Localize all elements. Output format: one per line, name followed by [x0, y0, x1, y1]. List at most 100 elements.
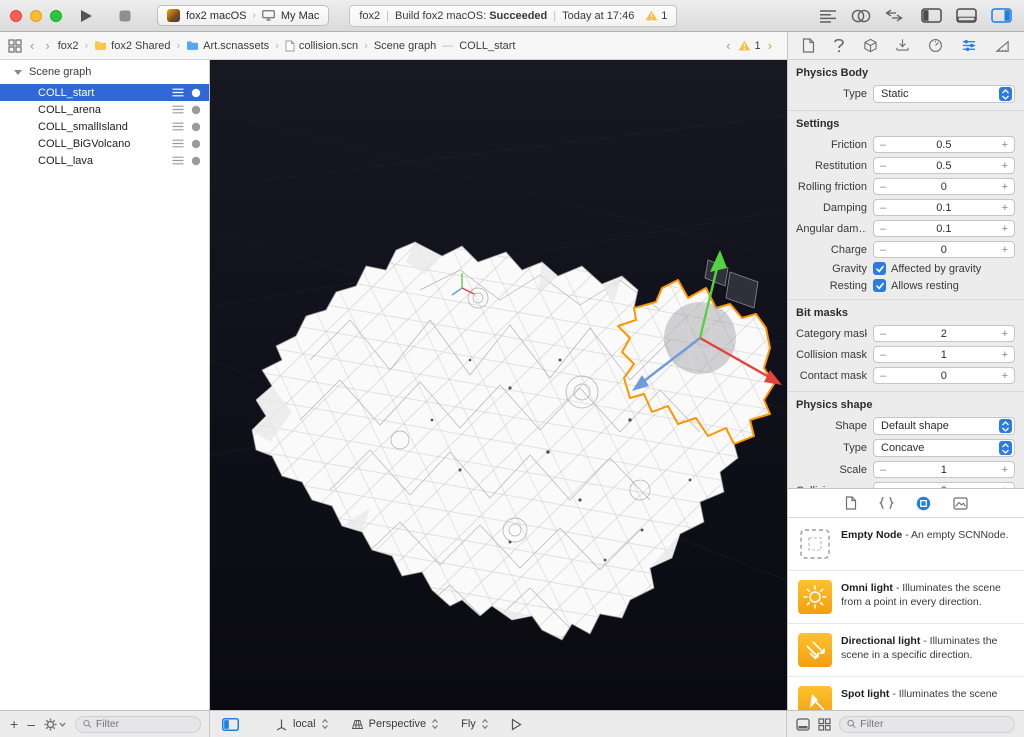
object-library-icon[interactable]	[916, 496, 931, 511]
stepper-increment[interactable]: +	[1002, 181, 1008, 193]
orientation-control[interactable]: local	[275, 718, 329, 731]
stepper-value[interactable]: 0.1	[886, 223, 1001, 235]
run-button[interactable]	[80, 9, 93, 23]
code-snippet-library-icon[interactable]	[878, 496, 894, 510]
stepper-value[interactable]: 2	[886, 328, 1001, 340]
stop-button[interactable]	[119, 10, 131, 22]
scene-graph-filter[interactable]	[74, 715, 201, 733]
play-scene-button[interactable]	[511, 717, 522, 731]
attributes-inspector-icon[interactable]	[895, 38, 910, 53]
restitution-stepper[interactable]: – 0.5 +	[873, 157, 1015, 174]
angular-damping-stepper[interactable]: – 0.1 +	[873, 220, 1015, 237]
navigation-mode-control[interactable]: Fly	[461, 718, 489, 730]
scene-graph-header[interactable]: Scene graph	[0, 60, 209, 84]
stepper-increment[interactable]: +	[1002, 349, 1008, 361]
assistant-editor-icon[interactable]	[851, 9, 871, 23]
shape-type-popup[interactable]: Concave	[873, 439, 1015, 457]
grid-view-icon[interactable]	[818, 717, 831, 731]
forward-button[interactable]: ›	[42, 38, 52, 53]
scene-editor-viewport[interactable]	[210, 60, 787, 710]
back-button[interactable]: ‹	[27, 38, 37, 53]
stepper-increment[interactable]: +	[1002, 160, 1008, 172]
scene-node-row-coll-bigvolcano[interactable]: COLL_BiGVolcano	[0, 135, 209, 152]
shape-popup[interactable]: Default shape	[873, 417, 1015, 435]
library-item-empty-node[interactable]: Empty Node - An empty SCNNode.	[788, 518, 1024, 571]
scale-stepper[interactable]: – 1 +	[873, 461, 1015, 478]
stepper-increment[interactable]: +	[1002, 202, 1008, 214]
stepper-value[interactable]: 1	[886, 464, 1001, 476]
stepper-value[interactable]: 1	[886, 349, 1001, 361]
breadcrumb-project[interactable]: fox2	[58, 40, 79, 52]
resting-checkbox[interactable]	[873, 279, 886, 292]
file-template-library-icon[interactable]	[845, 496, 857, 510]
toggle-inspector-panel-icon[interactable]	[991, 8, 1012, 23]
breadcrumb-scene-graph[interactable]: Scene graph	[374, 40, 436, 52]
version-editor-icon[interactable]	[885, 9, 903, 22]
breadcrumb-group[interactable]: fox2 Shared	[94, 40, 170, 52]
friction-stepper[interactable]: – 0.5 +	[873, 136, 1015, 153]
scene-node-row-coll-arena[interactable]: COLL_arena	[0, 101, 209, 118]
stepper-value[interactable]: 0.5	[886, 160, 1001, 172]
add-node-button[interactable]: +	[10, 717, 18, 731]
node-inspector-icon[interactable]	[863, 38, 878, 53]
size-inspector-icon[interactable]	[995, 38, 1010, 53]
remove-node-button[interactable]: –	[27, 717, 35, 731]
stepper-increment[interactable]: +	[1002, 464, 1008, 476]
breadcrumb-file[interactable]: collision.scn	[285, 40, 358, 52]
file-inspector-icon[interactable]	[802, 38, 815, 53]
rolling-friction-stepper[interactable]: – 0 +	[873, 178, 1015, 195]
standard-editor-icon[interactable]	[819, 9, 837, 23]
library-panel-icon[interactable]	[796, 717, 810, 731]
status-project: fox2	[359, 9, 381, 22]
disclosure-triangle-icon[interactable]	[14, 69, 22, 75]
related-items-icon[interactable]	[8, 38, 22, 53]
action-menu[interactable]	[44, 718, 66, 731]
toolbar-warning-badge[interactable]: 1	[645, 10, 667, 22]
media-library-icon[interactable]	[952, 496, 968, 510]
zoom-window-button[interactable]	[50, 9, 62, 22]
breadcrumb-assets[interactable]: Art.scnassets	[186, 40, 269, 52]
stepper-increment[interactable]: +	[1002, 223, 1008, 235]
next-issue-button[interactable]: ›	[765, 38, 775, 53]
minimize-window-button[interactable]	[30, 9, 42, 22]
stepper-value[interactable]: 0	[886, 370, 1001, 382]
stepper-increment[interactable]: +	[1002, 244, 1008, 256]
category-mask-stepper[interactable]: – 2 +	[873, 325, 1015, 342]
library-item-directional-light[interactable]: Directional light - Illuminates the scen…	[788, 624, 1024, 677]
scene-node-row-coll-lava[interactable]: COLL_lava	[0, 152, 209, 169]
toggle-debug-panel-icon[interactable]	[956, 8, 977, 23]
stepper-value[interactable]: 0	[886, 181, 1001, 193]
physics-inspector-icon[interactable]	[961, 38, 977, 53]
toggle-navigator-panel-icon[interactable]	[921, 8, 942, 23]
scene-inspector-icon[interactable]	[928, 38, 943, 53]
scheme-selector[interactable]: fox2 macOS › My Mac	[157, 5, 330, 26]
camera-control[interactable]: Perspective	[351, 718, 439, 730]
stepper-value[interactable]: 0.5	[886, 139, 1001, 151]
library-filter-input[interactable]	[860, 718, 1007, 730]
damping-stepper[interactable]: – 0.1 +	[873, 199, 1015, 216]
run-destination[interactable]: My Mac	[281, 10, 320, 22]
library-item-omni-light[interactable]: Omni light - Illuminates the scene from …	[788, 571, 1024, 624]
previous-issue-button[interactable]: ‹	[723, 38, 733, 53]
scene-graph-filter-input[interactable]	[95, 718, 193, 730]
collision-mask-stepper[interactable]: – 1 +	[873, 346, 1015, 363]
library-filter[interactable]	[839, 715, 1015, 733]
scheme-name[interactable]: fox2 macOS	[186, 10, 247, 22]
scene-canvas[interactable]	[210, 60, 787, 710]
library-item-spot-light[interactable]: Spot light - Illuminates the scene	[788, 677, 1024, 710]
scene-node-row-coll-smallisland[interactable]: COLL_smallIsland	[0, 118, 209, 135]
gravity-checkbox[interactable]	[873, 262, 886, 275]
stepper-value[interactable]: 0.1	[886, 202, 1001, 214]
close-window-button[interactable]	[10, 9, 22, 22]
toggle-scene-graph-icon[interactable]	[222, 717, 239, 731]
stepper-increment[interactable]: +	[1002, 139, 1008, 151]
quick-help-icon[interactable]	[833, 38, 845, 53]
charge-stepper[interactable]: – 0 +	[873, 241, 1015, 258]
contact-mask-stepper[interactable]: – 0 +	[873, 367, 1015, 384]
stepper-value[interactable]: 0	[886, 244, 1001, 256]
body-type-popup[interactable]: Static	[873, 85, 1015, 103]
breadcrumb-node[interactable]: COLL_start	[459, 40, 515, 52]
stepper-increment[interactable]: +	[1002, 370, 1008, 382]
scene-node-row-coll-start[interactable]: COLL_start	[0, 84, 209, 101]
stepper-increment[interactable]: +	[1002, 328, 1008, 340]
